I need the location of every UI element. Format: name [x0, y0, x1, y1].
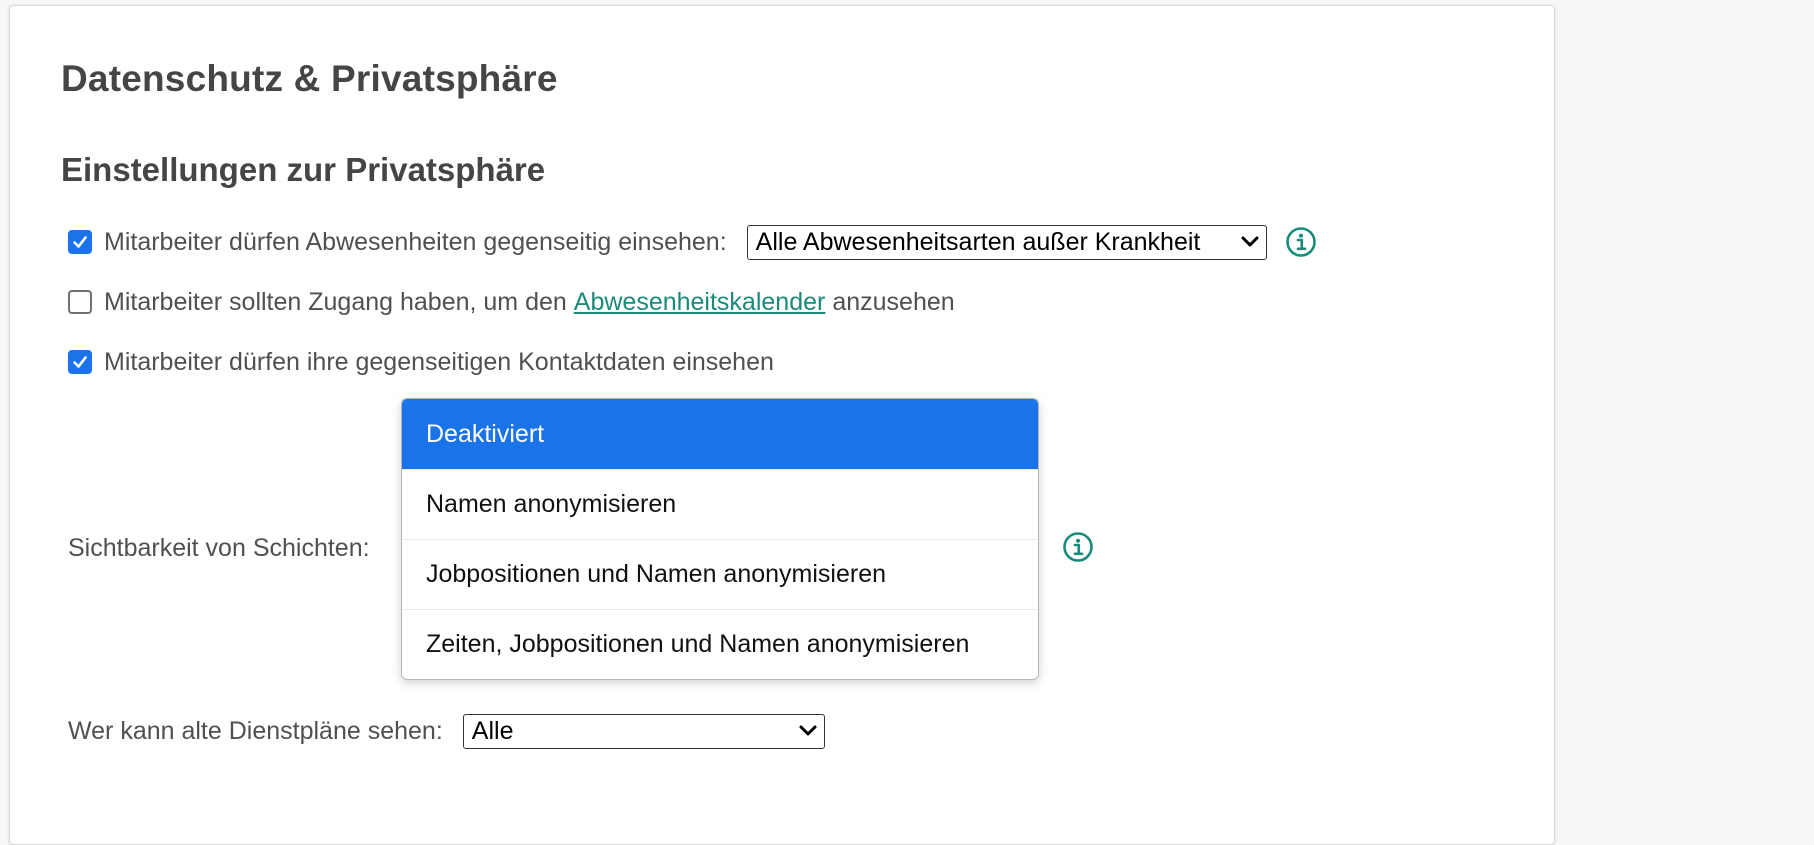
absence-calendar-link[interactable]: Abwesenheitskalender: [574, 288, 826, 317]
shift-visibility-label-row: Sichtbarkeit von Schichten:: [68, 528, 370, 568]
old-rosters-select[interactable]: Alle: [462, 713, 825, 749]
absences-select-value: Alle Abwesenheitsarten außer Krankheit: [755, 227, 1201, 256]
shift-visibility-dropdown[interactable]: Deaktiviert Namen anonymisieren Jobposit…: [401, 398, 1039, 680]
calendar-access-label-after: anzusehen: [832, 287, 955, 316]
absences-select[interactable]: Alle Abwesenheitsarten außer Krankheit: [746, 224, 1267, 260]
shift-visibility-option[interactable]: Namen anonymisieren: [402, 469, 1038, 539]
shift-visibility-option[interactable]: Jobpositionen und Namen anonymisieren: [402, 539, 1038, 609]
absences-label: Mitarbeiter dürfen Abwesenheiten gegense…: [104, 227, 727, 256]
old-rosters-setting-row: Wer kann alte Dienstpläne sehen: Alle: [68, 711, 825, 751]
calendar-access-setting-row: Mitarbeiter sollten Zugang haben, um den…: [68, 282, 955, 322]
calendar-access-checkbox[interactable]: [68, 290, 92, 314]
contact-data-setting-row: Mitarbeiter dürfen ihre gegenseitigen Ko…: [68, 342, 774, 382]
calendar-access-label-before: Mitarbeiter sollten Zugang haben, um den: [104, 287, 567, 316]
absences-checkbox[interactable]: [68, 230, 92, 254]
info-icon[interactable]: [1285, 226, 1317, 258]
contact-data-label: Mitarbeiter dürfen ihre gegenseitigen Ko…: [104, 347, 774, 376]
check-icon: [73, 356, 87, 368]
check-icon: [73, 236, 87, 248]
page-title: Datenschutz & Privatsphäre: [61, 58, 558, 99]
contact-data-checkbox[interactable]: [68, 350, 92, 374]
shift-visibility-option[interactable]: Zeiten, Jobpositionen und Namen anonymis…: [402, 609, 1038, 679]
shift-visibility-label: Sichtbarkeit von Schichten:: [68, 533, 370, 562]
section-title-privacy: Einstellungen zur Privatsphäre: [61, 151, 546, 188]
shift-visibility-option[interactable]: Deaktiviert: [402, 399, 1038, 469]
info-icon[interactable]: [1062, 531, 1094, 563]
chevron-down-icon: [1240, 235, 1260, 249]
chevron-down-icon: [798, 724, 818, 738]
old-rosters-select-value: Alle: [471, 716, 514, 745]
absences-setting-row: Mitarbeiter dürfen Abwesenheiten gegense…: [68, 222, 1317, 262]
old-rosters-label: Wer kann alte Dienstpläne sehen:: [68, 716, 443, 745]
